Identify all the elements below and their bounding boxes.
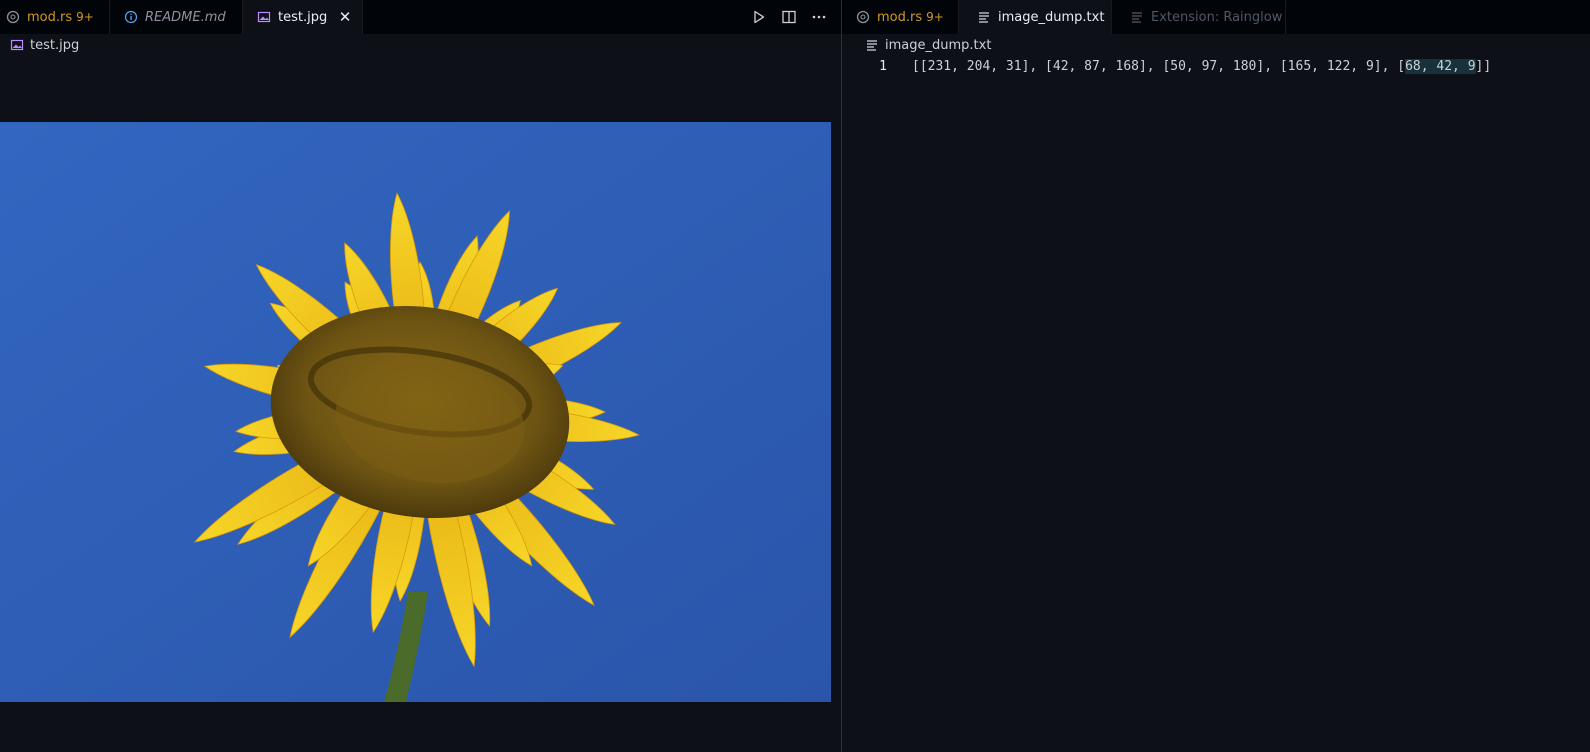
tab-label: mod.rs 9+ (27, 9, 94, 25)
image-preview (0, 122, 831, 702)
left-tab-bar: mod.rs 9+ README.md test.jpg ✕ (0, 0, 841, 34)
tab-test-jpg[interactable]: test.jpg ✕ (243, 0, 363, 34)
text-file-icon (865, 38, 879, 52)
left-editor-group: mod.rs 9+ README.md test.jpg ✕ test.jpg (0, 0, 841, 752)
image-icon (10, 38, 24, 52)
tab-mod-rs-left[interactable]: mod.rs 9+ (0, 0, 110, 34)
tab-label: mod.rs 9+ (877, 9, 944, 25)
breadcrumb-label: image_dump.txt (885, 37, 992, 53)
run-icon[interactable] (751, 9, 767, 25)
breadcrumb[interactable]: image_dump.txt (842, 34, 1590, 56)
tab-mod-rs-right[interactable]: mod.rs 9+ (842, 0, 959, 34)
tab-label: image_dump.txt (998, 9, 1105, 25)
editor-line[interactable]: 1 [[231, 204, 31], [42, 87, 168], [50, 9… (842, 56, 1590, 76)
tab-extension-rainglow[interactable]: Extension: Rainglow (1112, 0, 1286, 34)
line-number: 1 (879, 58, 887, 74)
selection-highlight: 68, 42, 9 (1405, 58, 1476, 74)
tab-image-dump[interactable]: image_dump.txt ✕ (959, 0, 1112, 34)
tab-label: README.md (145, 9, 226, 25)
editor-actions (751, 0, 827, 34)
breadcrumb-label: test.jpg (30, 37, 80, 53)
rust-icon (856, 10, 870, 24)
tab-label: test.jpg (278, 9, 328, 25)
tab-label: Extension: Rainglow (1151, 9, 1283, 25)
image-icon (257, 10, 271, 24)
text-file-icon (977, 10, 991, 24)
text-editor[interactable]: 1 [[231, 204, 31], [42, 87, 168], [50, 9… (842, 56, 1590, 76)
more-actions-icon[interactable] (811, 9, 827, 25)
line-content[interactable]: [[231, 204, 31], [42, 87, 168], [50, 97,… (912, 58, 1491, 74)
info-icon (124, 10, 138, 24)
split-editor-icon[interactable] (781, 9, 797, 25)
breadcrumb[interactable]: test.jpg (0, 34, 841, 56)
tab-readme[interactable]: README.md (110, 0, 243, 34)
close-icon[interactable]: ✕ (338, 8, 352, 26)
text-file-icon (1130, 10, 1144, 24)
right-editor-group: mod.rs9+ image_dump.txt ✕ Extension: Rai… (842, 0, 1590, 752)
rust-icon (6, 10, 20, 24)
sunflower-image (0, 122, 831, 702)
right-tab-bar: mod.rs9+ image_dump.txt ✕ Extension: Rai… (842, 0, 1590, 34)
